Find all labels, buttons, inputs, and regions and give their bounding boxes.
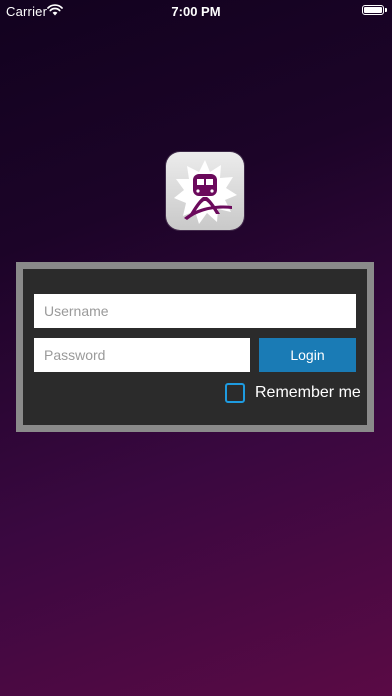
battery-icon <box>362 5 384 15</box>
battery-fill <box>364 7 382 13</box>
train-logo-icon <box>166 152 244 230</box>
status-time: 7:00 PM <box>171 4 221 19</box>
battery-tip <box>385 8 387 12</box>
remember-me-label: Remember me <box>255 384 361 401</box>
login-panel: Login Remember me <box>16 262 374 432</box>
login-button[interactable]: Login <box>259 338 356 372</box>
remember-me-checkbox[interactable] <box>225 383 245 403</box>
username-field[interactable] <box>34 294 356 328</box>
password-field[interactable] <box>34 338 250 372</box>
remember-me-toggle[interactable]: Remember me <box>225 383 375 407</box>
status-bar: Carrier 7:00 PM <box>0 0 392 22</box>
